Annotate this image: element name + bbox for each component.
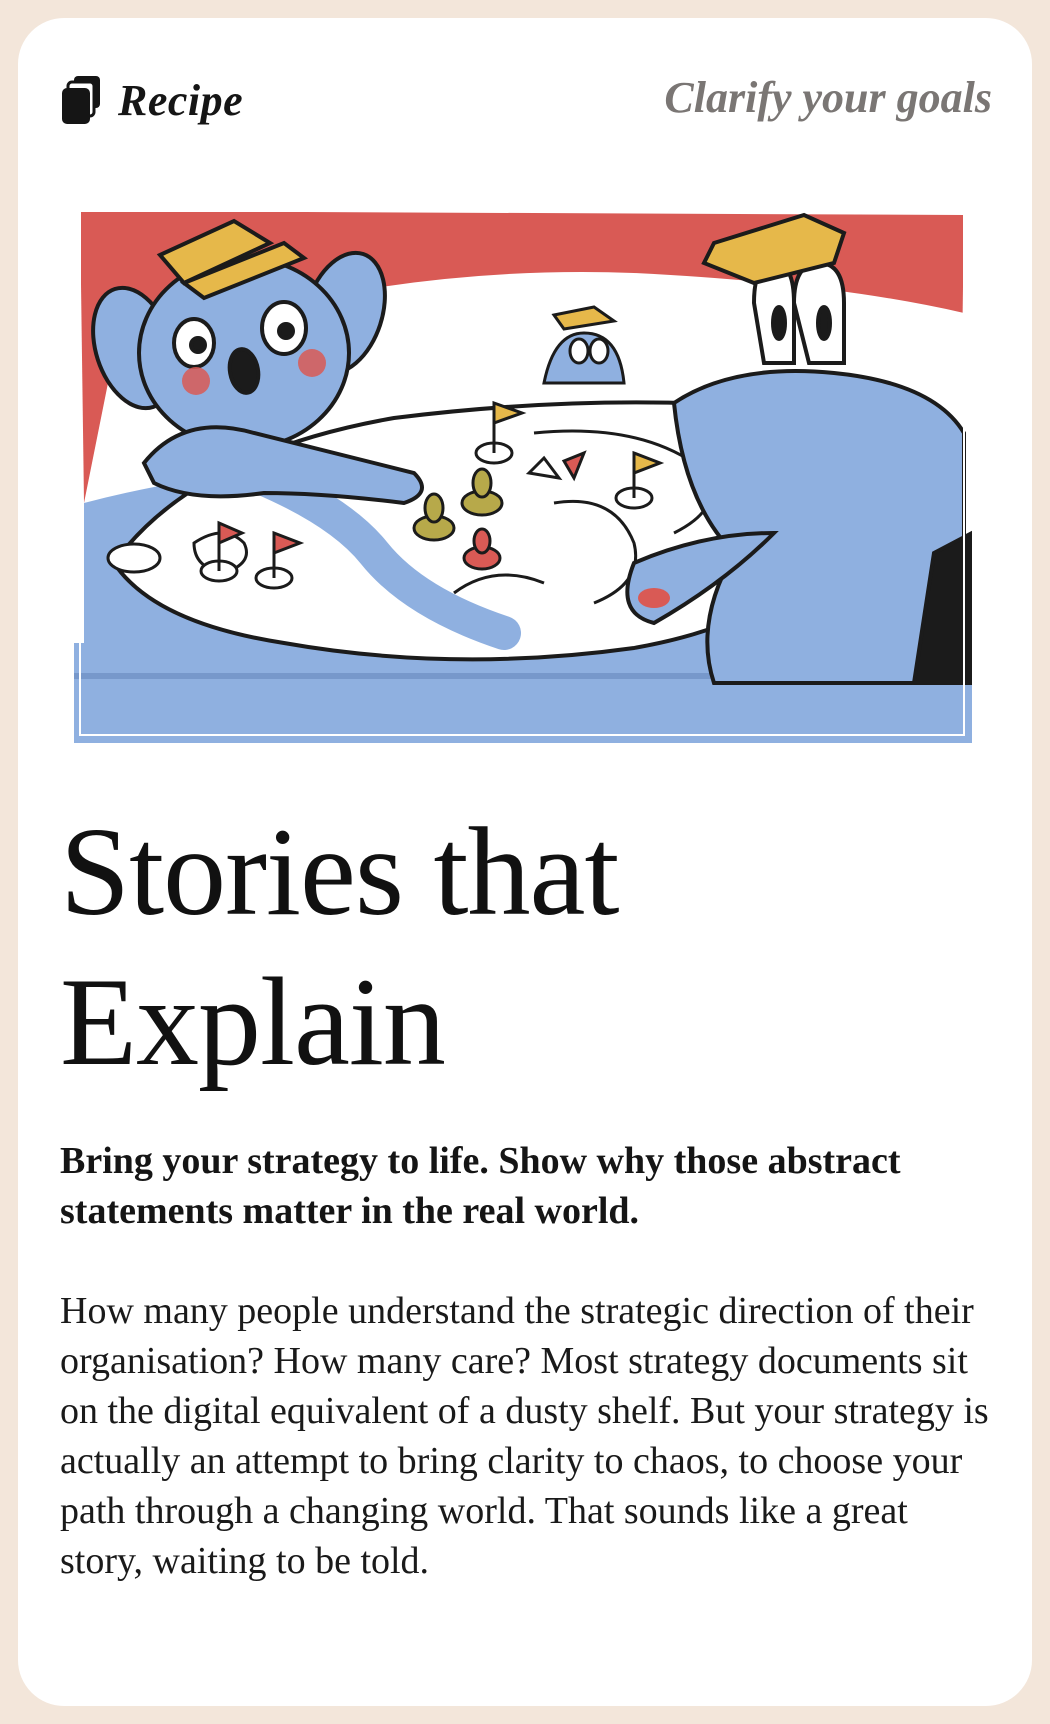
card-stack-icon bbox=[62, 76, 100, 124]
category-label: Clarify your goals bbox=[664, 73, 992, 122]
lead-paragraph: Bring your strategy to life. Show why th… bbox=[60, 1140, 901, 1232]
body-paragraph: How many people understand the strategic… bbox=[60, 1290, 989, 1582]
recipe-tag: Recipe bbox=[58, 70, 243, 130]
recipe-label: Recipe bbox=[118, 75, 244, 125]
illustration-map-strategy bbox=[74, 210, 972, 743]
card-header: Recipe Clarify your goals bbox=[58, 70, 992, 130]
recipe-card: Recipe Clarify your goals Stories that E… bbox=[18, 18, 1032, 1706]
page-title: Stories that Explain bbox=[60, 803, 619, 1092]
